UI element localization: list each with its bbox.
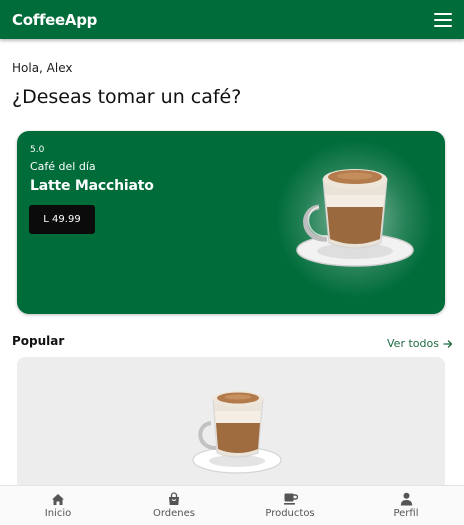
popular-product-card[interactable] [17,357,445,497]
nav-label-inicio: Inicio [44,507,72,519]
nav-label-productos: Productos [265,508,315,519]
nav-label-perfil: Perfil [393,508,419,519]
menu-icon[interactable] [434,12,452,27]
nav-item-perfil[interactable]: Perfil [348,486,464,525]
greeting-text: Hola, Alex [12,61,73,75]
page-question: ¿Deseas tomar un café? [12,86,242,108]
top-app-bar: CoffeeApp [0,0,464,39]
price-button[interactable]: L 49.99 [29,205,95,234]
cappuccino-image [187,383,287,483]
nav-item-ordenes[interactable]: Ordenes [116,486,232,525]
nav-item-productos[interactable]: Productos [232,486,348,525]
popular-section-title: Popular [12,334,65,348]
see-all-label: Ver todos [387,337,439,350]
latte-macchiato-image [289,157,415,283]
featured-product-name: Latte Macchiato [30,178,154,194]
bottom-navigation: Inicio Ordenes Productos Perfil [0,485,464,525]
rating-value: 5.0 [30,145,45,155]
featured-coffee-card[interactable]: 5.0 Café del día Latte Macchiato L 49.99 [17,131,445,314]
arrow-right-icon [443,339,453,348]
coffee-cup-icon [283,493,298,505]
app-screen: CoffeeApp Hola, Alex ¿Deseas tomar un ca… [0,0,464,525]
home-icon [52,493,64,505]
nav-label-ordenes: Ordenes [152,508,195,519]
featured-label: Café del día [30,160,96,173]
app-title: CoffeeApp [12,10,98,29]
shopping-bag-icon [169,492,179,505]
person-icon [400,492,412,506]
see-all-link[interactable]: Ver todos [387,337,453,350]
nav-item-inicio[interactable]: Inicio [0,486,116,525]
